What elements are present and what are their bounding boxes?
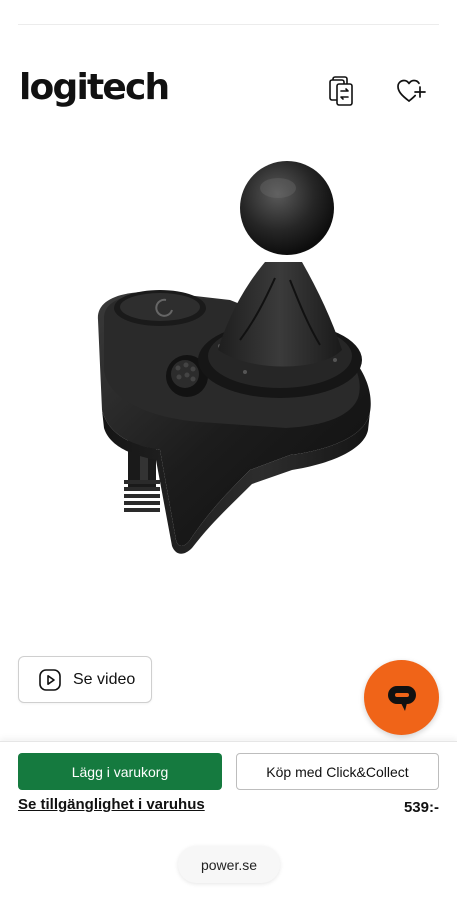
watch-video-button[interactable]: Se video	[18, 656, 152, 703]
gear-shifter-image	[97, 161, 371, 554]
heart-plus-icon	[397, 79, 426, 102]
chat-bubble-icon	[387, 685, 416, 711]
compare-button[interactable]	[325, 74, 359, 108]
chat-button[interactable]	[364, 660, 439, 735]
compare-cards-icon	[329, 76, 353, 106]
product-price: 539:-	[403, 799, 439, 816]
top-divider	[18, 24, 439, 25]
add-to-cart-button[interactable]: Lägg i varukorg	[18, 753, 222, 790]
click-collect-button[interactable]: Köp med Click&Collect	[236, 753, 439, 790]
wishlist-button[interactable]	[394, 74, 428, 108]
watch-video-label: Se video	[73, 670, 136, 688]
store-availability-link[interactable]: Se tillgänglighet i varuhus	[18, 796, 205, 813]
play-icon	[39, 668, 61, 691]
browser-url-pill[interactable]: power.se	[178, 846, 280, 883]
product-image[interactable]	[80, 150, 380, 560]
brand-logo: logitech	[19, 67, 170, 108]
